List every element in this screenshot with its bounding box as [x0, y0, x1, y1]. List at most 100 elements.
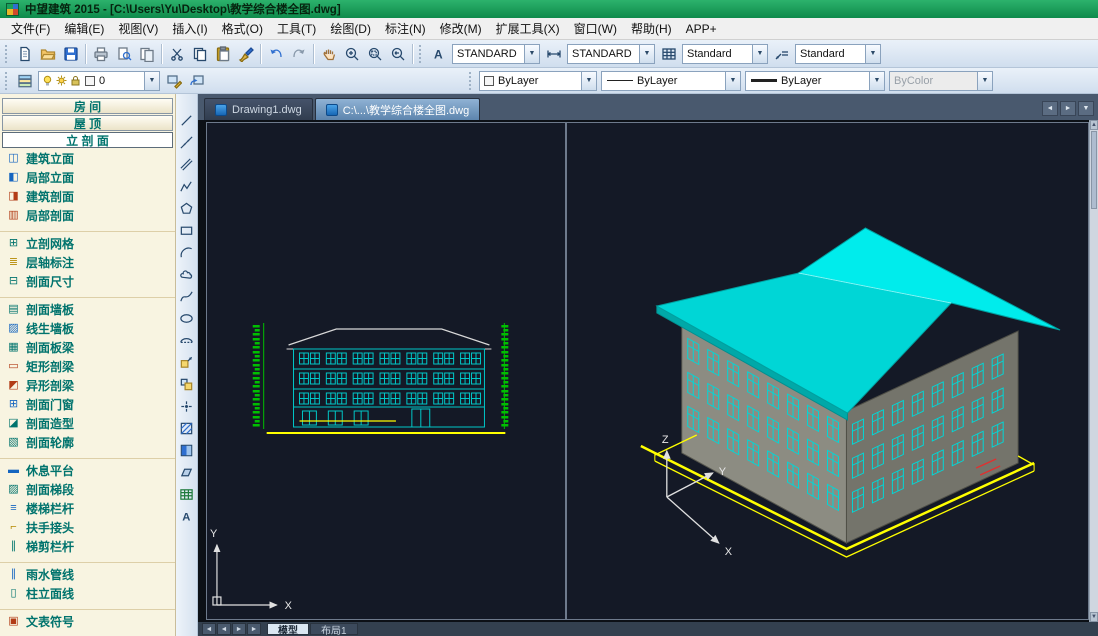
chevron-down-icon[interactable]: ▼: [144, 72, 159, 90]
toolbar-grip[interactable]: [5, 72, 10, 90]
sidebar-item[interactable]: ▦ 剖面板梁: [0, 338, 175, 357]
linetype-select[interactable]: ByLayer ▼: [601, 71, 741, 91]
layout-tab[interactable]: 模型: [267, 623, 309, 635]
sidebar-item[interactable]: ▬ 休息平台: [0, 461, 175, 480]
sidebar-item[interactable]: ▨ 线生墙板: [0, 319, 175, 338]
mleader-style-select[interactable]: Standard ▼: [795, 44, 881, 64]
table-style-icon-button[interactable]: [657, 42, 680, 65]
match-properties-button[interactable]: [234, 42, 257, 65]
tab-menu-button[interactable]: ▼: [1078, 101, 1094, 116]
hatch-tool[interactable]: [177, 418, 197, 438]
sidebar-item[interactable]: [0, 603, 175, 610]
menu-item[interactable]: 绘图(D): [323, 18, 378, 39]
lineweight-select[interactable]: ByLayer ▼: [745, 71, 885, 91]
layout-nav-button[interactable]: ◄: [202, 623, 216, 635]
scroll-up-button[interactable]: ▲: [1090, 120, 1098, 130]
spline-tool[interactable]: [177, 286, 197, 306]
sidebar-item[interactable]: [0, 556, 175, 563]
menu-item[interactable]: 标注(N): [378, 18, 433, 39]
chevron-down-icon[interactable]: ▼: [752, 45, 767, 63]
viewport-3d-model[interactable]: Z Y X: [566, 122, 1089, 620]
scroll-down-button[interactable]: ▼: [1090, 612, 1098, 622]
chevron-down-icon[interactable]: ▼: [725, 72, 740, 90]
menu-item[interactable]: 编辑(E): [57, 18, 111, 39]
document-tab[interactable]: Drawing1.dwg: [204, 98, 313, 120]
insert-block-tool[interactable]: [177, 352, 197, 372]
sidebar-item[interactable]: ⊞ 剖面门窗: [0, 395, 175, 414]
sidebar-section-header[interactable]: 立 剖 面: [2, 132, 173, 148]
save-button[interactable]: [59, 42, 82, 65]
menu-item[interactable]: 插入(I): [165, 18, 214, 39]
construction-line-tool[interactable]: [177, 132, 197, 152]
layer-select[interactable]: 0 ▼: [38, 71, 160, 91]
line-tool[interactable]: [177, 110, 197, 130]
dim-style-icon-button[interactable]: [542, 42, 565, 65]
mtext-tool[interactable]: A: [177, 506, 197, 526]
menu-item[interactable]: 窗口(W): [567, 18, 624, 39]
zoom-previous-button[interactable]: [386, 42, 409, 65]
menu-item[interactable]: 修改(M): [433, 18, 489, 39]
sidebar-item[interactable]: [0, 291, 175, 298]
sidebar-item[interactable]: ◪ 剖面造型: [0, 414, 175, 433]
toolbar-grip[interactable]: [469, 72, 474, 90]
new-button[interactable]: [13, 42, 36, 65]
tab-scroll-left-button[interactable]: ◄: [1042, 101, 1058, 116]
layout-tab[interactable]: 布局1: [310, 623, 358, 635]
arc-tool[interactable]: [177, 242, 197, 262]
menu-item[interactable]: 扩展工具(X): [489, 18, 567, 39]
sidebar-item[interactable]: ▨ 剖面梯段: [0, 480, 175, 499]
sidebar-item[interactable]: ≡ 楼梯栏杆: [0, 499, 175, 518]
region-tool[interactable]: [177, 462, 197, 482]
text-style-select[interactable]: STANDARD ▼: [452, 44, 540, 64]
layout-nav-button[interactable]: ►: [247, 623, 261, 635]
dim-style-select[interactable]: STANDARD ▼: [567, 44, 655, 64]
document-tab[interactable]: C:\...\教学综合楼全图.dwg: [315, 98, 481, 120]
sidebar-item[interactable]: ◫ 建筑立面: [0, 149, 175, 168]
sidebar-item[interactable]: ◩ 异形剖梁: [0, 376, 175, 395]
zoom-realtime-button[interactable]: [340, 42, 363, 65]
chevron-down-icon[interactable]: ▼: [869, 72, 884, 90]
polyline-tool[interactable]: [177, 176, 197, 196]
table-style-select[interactable]: Standard ▼: [682, 44, 768, 64]
menu-item[interactable]: 工具(T): [270, 18, 323, 39]
sidebar-item[interactable]: ▧ 剖面轮廓: [0, 433, 175, 452]
sidebar-item[interactable]: ∥ 梯剪栏杆: [0, 537, 175, 556]
cut-button[interactable]: [165, 42, 188, 65]
sidebar-section-header[interactable]: 房 间: [2, 98, 173, 114]
table-tool[interactable]: [177, 484, 197, 504]
sidebar-item[interactable]: [0, 452, 175, 459]
scrollbar-track[interactable]: [1090, 210, 1098, 612]
color-select[interactable]: ByLayer ▼: [479, 71, 597, 91]
pan-button[interactable]: [317, 42, 340, 65]
sidebar-item[interactable]: ▯ 柱立面线: [0, 584, 175, 603]
sidebar-item[interactable]: ◧ 局部立面: [0, 168, 175, 187]
tab-scroll-right-button[interactable]: ►: [1060, 101, 1076, 116]
menu-item[interactable]: 视图(V): [111, 18, 165, 39]
sidebar-item[interactable]: ⌐ 扶手接头: [0, 518, 175, 537]
publish-button[interactable]: [135, 42, 158, 65]
chevron-down-icon[interactable]: ▼: [581, 72, 596, 90]
chevron-down-icon[interactable]: ▼: [639, 45, 654, 63]
ellipse-tool[interactable]: [177, 308, 197, 328]
print-button[interactable]: [89, 42, 112, 65]
viewport-2d-elevation[interactable]: Y X: [206, 122, 566, 620]
double-line-tool[interactable]: [177, 154, 197, 174]
toolbar-grip[interactable]: [419, 45, 424, 63]
menu-item[interactable]: 帮助(H): [624, 18, 679, 39]
sidebar-item[interactable]: ▤ 剖面墙板: [0, 300, 175, 319]
mleader-style-icon-button[interactable]: [770, 42, 793, 65]
redo-button[interactable]: [287, 42, 310, 65]
text-style-icon-button[interactable]: A: [427, 42, 450, 65]
revision-cloud-tool[interactable]: [177, 264, 197, 284]
layout-nav-button[interactable]: ◄: [217, 623, 231, 635]
vertical-scrollbar[interactable]: ▲ ▼: [1089, 120, 1098, 622]
print-preview-button[interactable]: [112, 42, 135, 65]
make-block-tool[interactable]: [177, 374, 197, 394]
menu-item[interactable]: APP+: [679, 20, 724, 38]
sidebar-section-header[interactable]: 屋 顶: [2, 115, 173, 131]
layer-properties-button[interactable]: [13, 69, 36, 92]
chevron-down-icon[interactable]: ▼: [524, 45, 539, 63]
point-tool[interactable]: [177, 396, 197, 416]
gradient-tool[interactable]: [177, 440, 197, 460]
polygon-tool[interactable]: [177, 198, 197, 218]
